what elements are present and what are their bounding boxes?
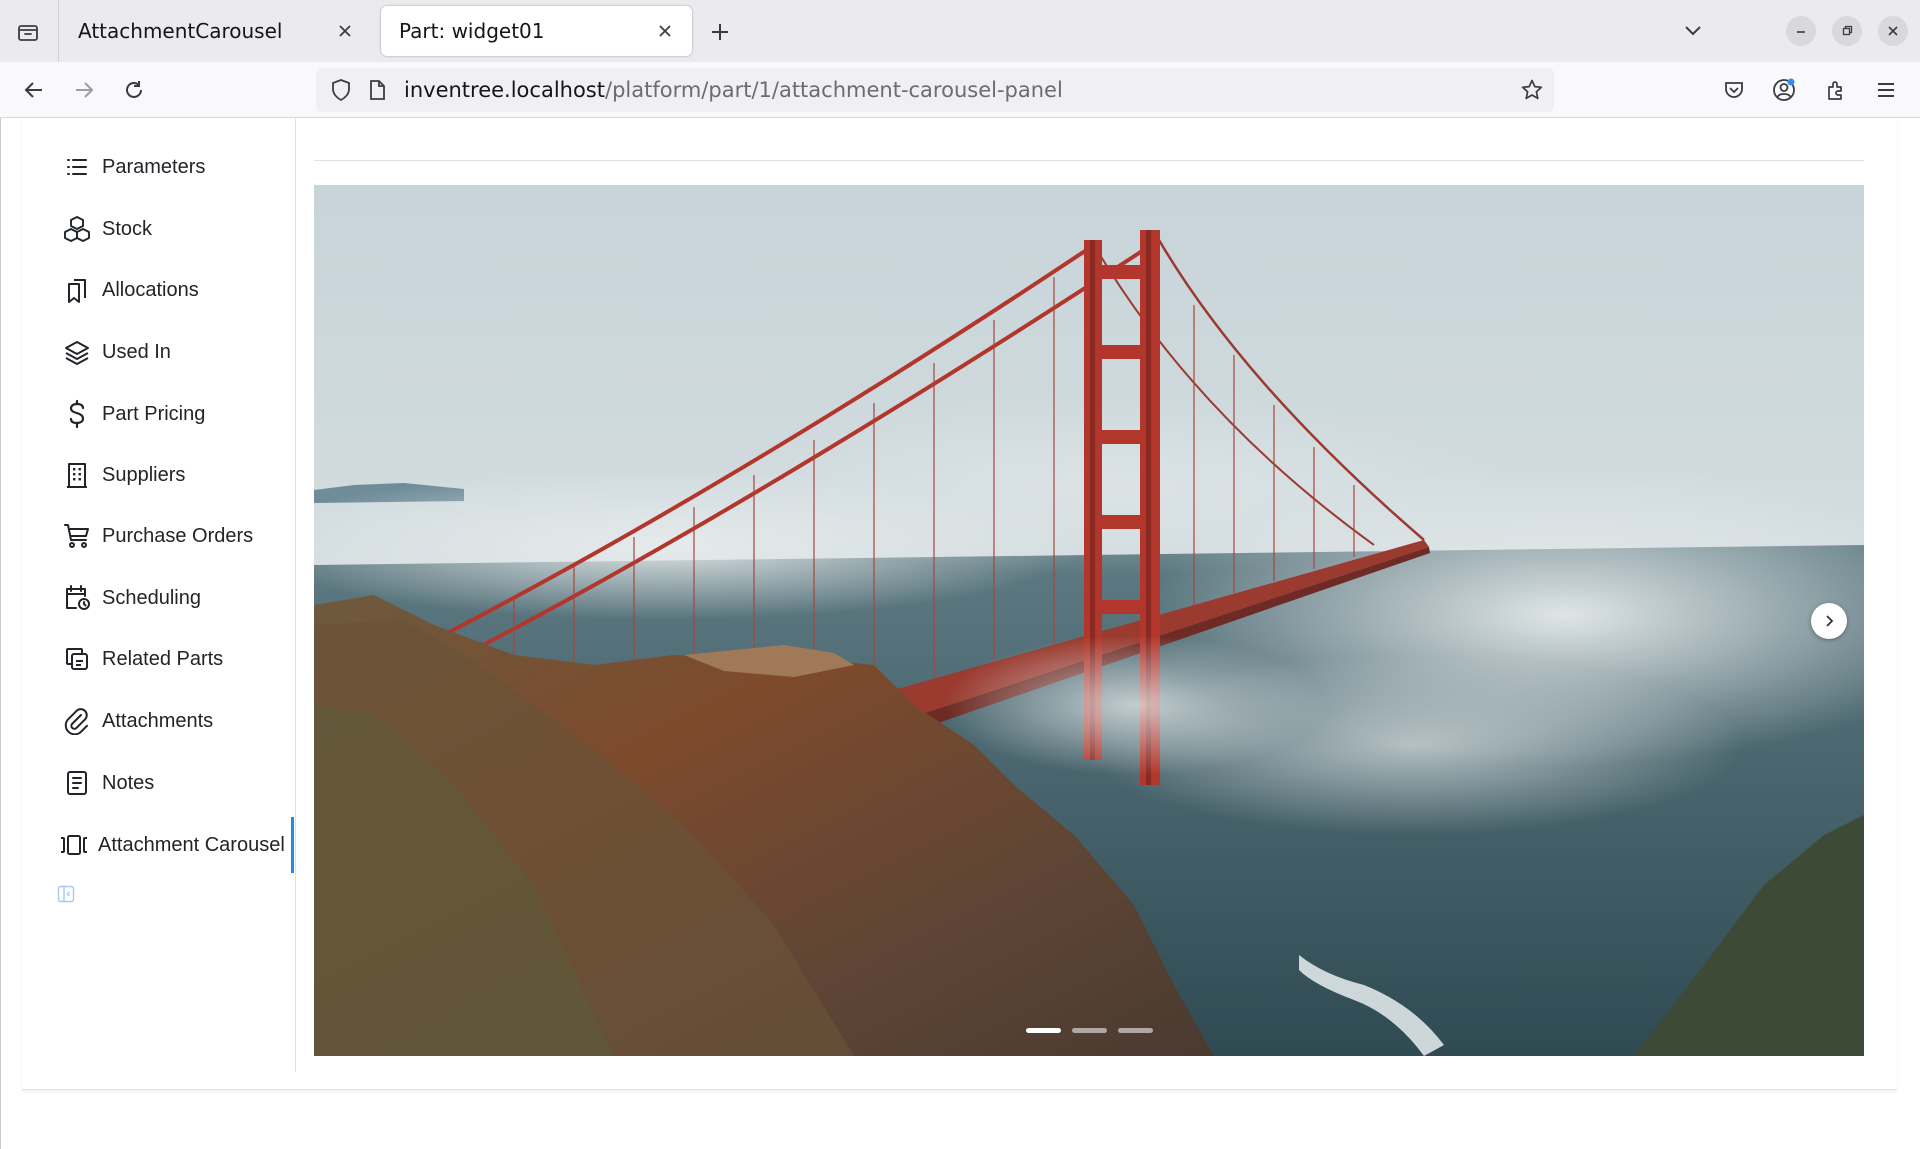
browser-tab-attachmentcarousel[interactable]: AttachmentCarousel [60,6,372,56]
sidebar-item-label: Scheduling [102,586,201,609]
copy-icon [40,633,102,685]
sidebar-item-stock[interactable]: Stock [40,203,294,255]
restore-icon[interactable] [1832,16,1862,46]
sidebar-item-label: Notes [102,771,155,794]
sidebar-item-related-parts[interactable]: Related Parts [40,633,294,685]
sidebar-item-allocations[interactable]: Allocations [40,264,294,316]
list-icon [40,141,102,193]
building-icon [40,449,102,501]
sidebar-item-label: Related Parts [102,647,224,670]
browser-navigation-bar: inventree.localhost/platform/part/1/atta… [0,62,1920,118]
tab-separator [58,0,59,62]
sidebar-item-label: Parameters [102,155,206,178]
sidebar-item-label: Stock [102,217,153,240]
attachment-carousel[interactable] [314,185,1864,1056]
back-arrow-icon[interactable] [16,72,52,108]
sidebar-item-part-pricing[interactable]: Part Pricing [40,388,294,440]
forward-arrow-icon[interactable] [66,72,102,108]
carousel-indicator-2[interactable] [1072,1028,1107,1033]
paperclip-icon [40,695,102,747]
bookmark-star-icon[interactable] [1520,78,1544,106]
close-tab-icon[interactable] [332,18,358,44]
browser-tab-bar: AttachmentCarousel Part: widget01 [0,0,1920,62]
close-tab-icon[interactable] [652,18,678,44]
page-info-icon[interactable] [368,79,386,105]
carousel-indicator-3[interactable] [1118,1028,1153,1033]
shield-icon[interactable] [330,78,352,106]
sidebar-item-attachments[interactable]: Attachments [40,695,294,747]
panel-divider [295,118,296,1072]
calendar-clock-icon [40,572,102,624]
sidebar-item-label: Attachment Carousel [98,833,285,856]
browser-tab-part-widget01[interactable]: Part: widget01 [381,6,692,56]
sidebar-item-label: Purchase Orders [102,524,254,547]
carousel-icon [40,819,98,871]
golden-gate-bridge-photo [314,185,1864,1056]
sidebar-item-label: Suppliers [102,463,186,486]
pocket-icon[interactable] [1716,72,1752,108]
cart-icon [40,510,102,562]
sidebar-item-notes[interactable]: Notes [40,757,294,809]
account-icon[interactable] [1766,72,1802,108]
bookmarks-icon [40,264,102,316]
url-path: /platform/part/1/attachment-carousel-pan… [605,78,1063,102]
carousel-indicators [1026,1028,1153,1033]
boxes-icon [40,203,102,255]
carousel-indicator-1[interactable] [1026,1028,1061,1033]
tab-list-chevron-icon[interactable] [1678,16,1708,46]
sidebar-item-suppliers[interactable]: Suppliers [40,449,294,501]
panel-header-divider [314,160,1864,161]
sidebar-item-used-in[interactable]: Used In [40,326,294,378]
chevron-right-icon [1826,615,1834,627]
minimize-icon[interactable] [1786,16,1816,46]
sidebar-item-label: Used In [102,340,171,363]
tab-overview-icon[interactable] [10,14,46,50]
sidebar-item-purchase-orders[interactable]: Purchase Orders [40,510,294,562]
sidebar-item-label: Attachments [102,709,214,732]
reload-icon[interactable] [116,72,152,108]
url-host: inventree.localhost [404,78,605,102]
sidebar-item-label: Part Pricing [102,402,206,425]
collapse-sidebar-icon[interactable] [56,884,76,904]
notes-icon [40,757,102,809]
new-tab-icon[interactable] [702,14,738,50]
sidebar-item-attachment-carousel[interactable]: Attachment Carousel [40,817,294,873]
tab-title: AttachmentCarousel [78,19,283,43]
sidebar-item-parameters[interactable]: Parameters [40,141,294,193]
address-bar[interactable]: inventree.localhost/platform/part/1/atta… [316,68,1554,112]
sidebar-item-label: Allocations [102,278,199,301]
tab-title: Part: widget01 [399,19,545,43]
url-text: inventree.localhost/platform/part/1/atta… [404,78,1063,102]
extensions-icon[interactable] [1818,72,1854,108]
close-window-icon[interactable] [1878,16,1908,46]
dollar-icon [40,388,102,440]
page-border [0,118,1,1149]
menu-hamburger-icon[interactable] [1868,72,1904,108]
stack-icon [40,326,102,378]
sidebar-item-scheduling[interactable]: Scheduling [40,572,294,624]
carousel-next-button[interactable] [1811,603,1847,639]
